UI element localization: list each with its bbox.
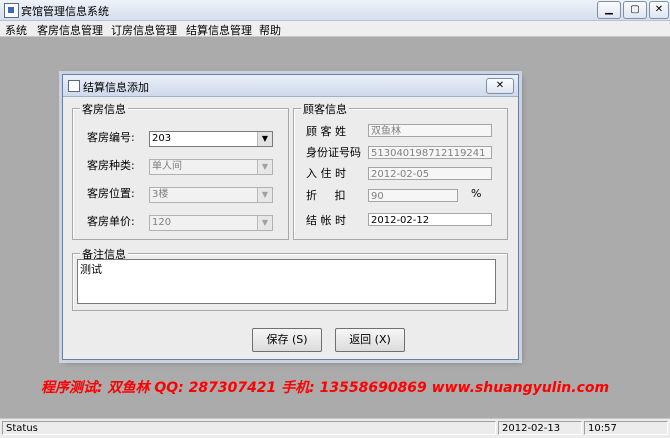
room-type-value: 单人间	[152, 161, 182, 172]
back-button[interactable]: 返回 (X)	[335, 328, 405, 352]
status-bar: Status 2012-02-13 10:57	[0, 418, 670, 438]
guest-info-legend: 顾客信息	[301, 101, 349, 117]
room-location-value: 3楼	[152, 189, 169, 200]
room-info-group: 客房信息 客房编号: 203 ▼ 客房种类: 单人间 ▼ 客房位置: 3楼 ▼ …	[72, 101, 289, 240]
minimize-button[interactable]: ▁	[597, 1, 621, 19]
checkout-time-label: 结 帐 时	[306, 214, 346, 227]
id-number-field: 513040198712119241	[368, 146, 492, 159]
room-number-value: 203	[152, 133, 172, 144]
status-time: 10:57	[584, 421, 668, 435]
room-info-legend: 客房信息	[80, 101, 128, 117]
room-number-label: 客房编号:	[87, 131, 135, 144]
room-price-select: 120 ▼	[149, 215, 273, 231]
chevron-down-icon: ▼	[257, 216, 272, 230]
author-banner: 程序测试: 双鱼林 QQ: 287307421 手机: 13558690869 …	[41, 380, 610, 396]
room-location-select: 3楼 ▼	[149, 187, 273, 203]
checkout-time-field[interactable]: 2012-02-12	[368, 213, 492, 226]
room-number-select[interactable]: 203 ▼	[149, 131, 273, 147]
room-price-value: 120	[152, 217, 172, 228]
dialog-close-button[interactable]: ✕	[486, 78, 514, 94]
menu-system[interactable]: 系统	[5, 22, 27, 38]
close-button[interactable]: ✕	[649, 1, 669, 19]
room-location-label: 客房位置:	[87, 187, 135, 200]
discount-label: 折 扣	[306, 189, 346, 202]
id-number-label: 身份证号码	[306, 146, 361, 159]
dialog-title: 结算信息添加	[83, 81, 149, 94]
guest-name-field: 双鱼林	[368, 124, 492, 137]
status-date: 2012-02-13	[498, 421, 582, 435]
room-price-label: 客房单价:	[87, 215, 135, 228]
dialog-icon	[68, 80, 80, 92]
dialog-titlebar: 结算信息添加 ✕	[63, 75, 518, 97]
app-titlebar: 宾馆管理信息系统 ▁ ▢ ✕	[0, 0, 670, 21]
chevron-down-icon[interactable]: ▼	[257, 132, 272, 146]
discount-field: 90	[368, 189, 458, 202]
settlement-add-dialog: 结算信息添加 ✕ 客房信息 客房编号: 203 ▼ 客房种类: 单人间 ▼ 客房…	[62, 74, 519, 360]
status-text: Status	[2, 421, 496, 435]
guest-name-label: 顾 客 姓	[306, 125, 346, 138]
menu-booking-management[interactable]: 订房信息管理	[111, 22, 177, 38]
guest-info-group: 顾客信息 顾 客 姓 双鱼林 身份证号码 513040198712119241 …	[293, 101, 508, 240]
chevron-down-icon: ▼	[257, 160, 272, 174]
app-title: 宾馆管理信息系统	[21, 5, 109, 18]
notes-textarea[interactable]: 测试	[77, 259, 496, 304]
app-icon	[4, 3, 19, 18]
checkin-time-label: 入 住 时	[306, 167, 346, 180]
menu-room-management[interactable]: 客房信息管理	[37, 22, 103, 38]
checkin-time-field: 2012-02-05	[368, 167, 492, 180]
room-type-select: 单人间 ▼	[149, 159, 273, 175]
menu-help[interactable]: 帮助	[259, 22, 281, 38]
chevron-down-icon: ▼	[257, 188, 272, 202]
room-type-label: 客房种类:	[87, 159, 135, 172]
save-button[interactable]: 保存 (S)	[252, 328, 322, 352]
maximize-button[interactable]: ▢	[623, 1, 647, 19]
menu-settlement-management[interactable]: 结算信息管理	[186, 22, 252, 38]
menu-bar: 系统 客房信息管理 订房信息管理 结算信息管理 帮助	[0, 21, 670, 37]
percent-sign: %	[471, 187, 482, 200]
